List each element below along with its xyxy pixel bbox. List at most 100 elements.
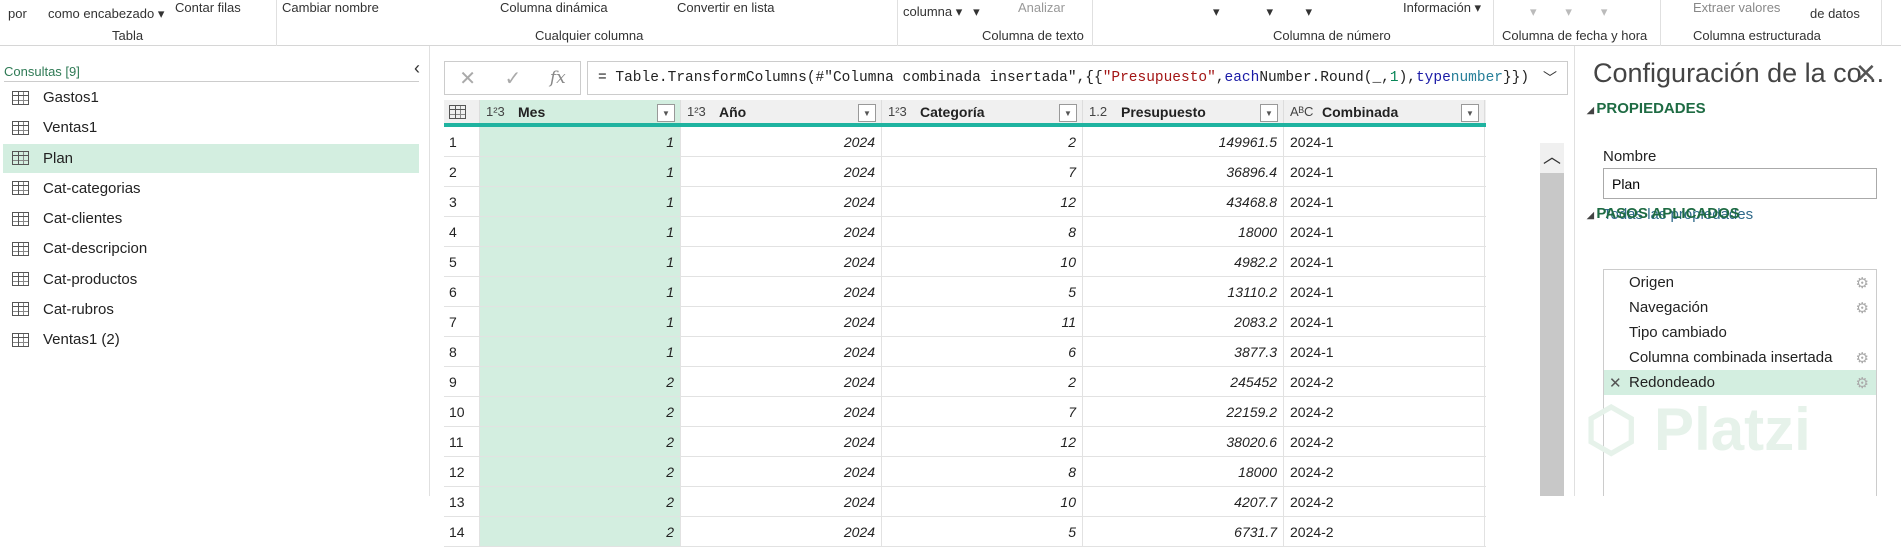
table-cell[interactable]: 12 — [882, 427, 1083, 456]
table-cell[interactable]: 2024-1 — [1284, 247, 1485, 276]
table-cell[interactable]: 2024-1 — [1284, 307, 1485, 336]
table-cell[interactable]: 2024 — [681, 397, 882, 426]
row-number[interactable]: 13 — [444, 487, 480, 516]
gear-icon[interactable]: ⚙ — [1856, 349, 1869, 367]
column-header-mes[interactable]: 1²3 Mes ▼ — [480, 100, 681, 123]
applied-step[interactable]: ✕ Redondeado ⚙ — [1604, 370, 1876, 395]
table-cell[interactable]: 22159.2 — [1083, 397, 1284, 426]
applied-step[interactable]: Tipo cambiado — [1604, 320, 1876, 345]
table-cell[interactable]: 6 — [882, 337, 1083, 366]
table-cell[interactable]: 38020.6 — [1083, 427, 1284, 456]
table-cell[interactable]: 149961.5 — [1083, 127, 1284, 156]
cancel-icon[interactable]: ✕ — [459, 66, 476, 91]
table-cell[interactable]: 2024 — [681, 187, 882, 216]
table-cell[interactable]: 18000 — [1083, 457, 1284, 486]
table-cell[interactable]: 13110.2 — [1083, 277, 1284, 306]
scroll-up-icon[interactable]: ︿ — [1540, 143, 1564, 173]
row-number[interactable]: 10 — [444, 397, 480, 426]
table-cell[interactable]: 5 — [882, 517, 1083, 546]
applied-steps-header[interactable]: PASOS APLICADOS — [1587, 205, 1739, 222]
table-cell[interactable]: 2024-1 — [1284, 337, 1485, 366]
table-cell[interactable]: 2 — [480, 367, 681, 396]
convert-to-list-button[interactable]: Convertir en lista — [677, 0, 775, 15]
query-item[interactable]: Cat-productos — [3, 265, 419, 294]
table-cell[interactable]: 1 — [480, 187, 681, 216]
table-cell[interactable]: 2024-1 — [1284, 277, 1485, 306]
filter-dropdown-icon[interactable]: ▼ — [1461, 104, 1479, 122]
row-number[interactable]: 11 — [444, 427, 480, 456]
table-cell[interactable]: 8 — [882, 457, 1083, 486]
row-number[interactable]: 5 — [444, 247, 480, 276]
table-cell[interactable]: 10 — [882, 487, 1083, 516]
table-cell[interactable]: 2024-2 — [1284, 487, 1485, 516]
table-cell[interactable]: 12 — [882, 187, 1083, 216]
table-cell[interactable]: 3877.3 — [1083, 337, 1284, 366]
table-cell[interactable]: 2024-2 — [1284, 367, 1485, 396]
gear-icon[interactable]: ⚙ — [1856, 374, 1869, 392]
applied-step[interactable]: Navegación ⚙ — [1604, 295, 1876, 320]
table-cell[interactable]: 2024 — [681, 127, 882, 156]
table-cell[interactable]: 2024 — [681, 217, 882, 246]
confirm-icon[interactable]: ✓ — [505, 66, 522, 91]
table-cell[interactable]: 2083.2 — [1083, 307, 1284, 336]
column-header-categoría[interactable]: 1²3 Categoría ▼ — [882, 100, 1083, 123]
gear-icon[interactable]: ⚙ — [1856, 299, 1869, 317]
date-dropdowns[interactable]: ▾ ▾ ▾ — [1530, 4, 1607, 20]
table-cell[interactable]: 1 — [480, 337, 681, 366]
table-cell[interactable]: 8 — [882, 217, 1083, 246]
formula-input[interactable]: = Table.TransformColumns(#"Columna combi… — [587, 61, 1568, 95]
table-cell[interactable]: 11 — [882, 307, 1083, 336]
type-icon[interactable]: 1²3 — [486, 104, 508, 119]
row-number[interactable]: 6 — [444, 277, 480, 306]
table-cell[interactable]: 4207.7 — [1083, 487, 1284, 516]
row-number[interactable]: 1 — [444, 127, 480, 156]
query-item[interactable]: Gastos1 — [3, 83, 419, 112]
table-cell[interactable]: 2024-2 — [1284, 427, 1485, 456]
split-column-button[interactable]: columna ▾ ▾ — [903, 4, 980, 20]
expand-formula-icon[interactable]: ﹀ — [1533, 68, 1567, 88]
query-item[interactable]: Ventas1 (2) — [3, 325, 419, 354]
row-number[interactable]: 12 — [444, 457, 480, 486]
table-cell[interactable]: 2024 — [681, 517, 882, 546]
table-cell[interactable]: 1 — [480, 217, 681, 246]
table-cell[interactable]: 6731.7 — [1083, 517, 1284, 546]
applied-step[interactable]: Columna combinada insertada ⚙ — [1604, 345, 1876, 370]
row-number[interactable]: 14 — [444, 517, 480, 546]
table-cell[interactable]: 7 — [882, 397, 1083, 426]
table-cell[interactable]: 1 — [480, 307, 681, 336]
column-header-presupuesto[interactable]: 1.2 Presupuesto ▼ — [1083, 100, 1284, 123]
query-item[interactable]: Plan — [3, 143, 419, 173]
table-cell[interactable]: 2024 — [681, 277, 882, 306]
row-number[interactable]: 7 — [444, 307, 480, 336]
table-cell[interactable]: 2024-1 — [1284, 217, 1485, 246]
column-header-combinada[interactable]: AᴮC Combinada ▼ — [1284, 100, 1485, 123]
vertical-scrollbar[interactable] — [1540, 143, 1564, 496]
filter-dropdown-icon[interactable]: ▼ — [657, 104, 675, 122]
applied-step[interactable]: Origen ⚙ — [1604, 270, 1876, 295]
table-cell[interactable]: 2024-1 — [1284, 157, 1485, 186]
table-cell[interactable]: 43468.8 — [1083, 187, 1284, 216]
table-cell[interactable]: 36896.4 — [1083, 157, 1284, 186]
table-cell[interactable]: 2 — [480, 397, 681, 426]
query-item[interactable]: Ventas1 — [3, 113, 419, 142]
table-cell[interactable]: 2024-1 — [1284, 127, 1485, 156]
delete-step-icon[interactable]: ✕ — [1609, 374, 1622, 392]
table-cell[interactable]: 2024 — [681, 337, 882, 366]
table-cell[interactable]: 2 — [480, 487, 681, 516]
use-first-row-headers-button[interactable]: como encabezado ▾ — [48, 6, 164, 22]
table-cell[interactable]: 2 — [882, 127, 1083, 156]
table-cell[interactable]: 2024 — [681, 367, 882, 396]
filter-dropdown-icon[interactable]: ▼ — [1059, 104, 1077, 122]
table-cell[interactable]: 2024-1 — [1284, 187, 1485, 216]
filter-dropdown-icon[interactable]: ▼ — [1260, 104, 1278, 122]
table-cell[interactable]: 2 — [480, 457, 681, 486]
table-cell[interactable]: 2024 — [681, 487, 882, 516]
table-cell[interactable]: 18000 — [1083, 217, 1284, 246]
table-cell[interactable]: 2024 — [681, 457, 882, 486]
table-cell[interactable]: 2 — [882, 367, 1083, 396]
table-cell[interactable]: 10 — [882, 247, 1083, 276]
table-menu-icon[interactable] — [444, 100, 480, 123]
table-cell[interactable]: 2024-2 — [1284, 517, 1485, 546]
table-cell[interactable]: 5 — [882, 277, 1083, 306]
column-header-año[interactable]: 1²3 Año ▼ — [681, 100, 882, 123]
